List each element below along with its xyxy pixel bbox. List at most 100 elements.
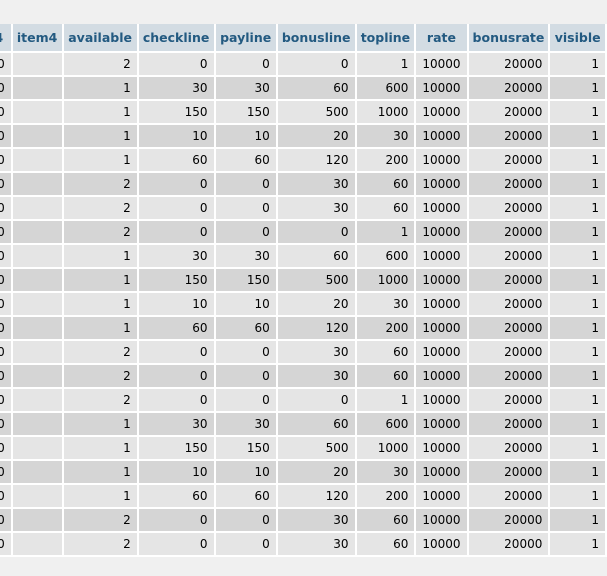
cell-bonusline[interactable]: 0 — [276, 52, 357, 77]
cell-bonusrate[interactable]: 20000 — [467, 220, 551, 245]
cell-bonusrate[interactable]: 20000 — [467, 316, 551, 341]
cell-bonusline[interactable]: 30 — [276, 196, 357, 221]
cell-item4[interactable] — [11, 340, 64, 365]
table-row[interactable]: 0200306010000200001 — [0, 196, 607, 221]
cell-checkline[interactable]: 0 — [137, 340, 216, 365]
cell-checkline[interactable]: 30 — [137, 76, 216, 101]
cell-item4[interactable] — [11, 364, 64, 389]
cell-payline[interactable]: 60 — [214, 484, 278, 509]
cell-bonusline[interactable]: 500 — [276, 268, 357, 293]
cell-col4[interactable]: 0 — [0, 268, 13, 293]
cell-topline[interactable]: 1000 — [355, 100, 417, 125]
cell-checkline[interactable]: 0 — [137, 196, 216, 221]
cell-col4[interactable]: 0 — [0, 532, 13, 557]
cell-payline[interactable]: 150 — [214, 268, 278, 293]
cell-visible[interactable]: 1 — [549, 316, 607, 341]
cell-visible[interactable]: 1 — [549, 76, 607, 101]
cell-payline[interactable]: 0 — [214, 220, 278, 245]
cell-visible[interactable]: 1 — [549, 460, 607, 485]
cell-payline[interactable]: 150 — [214, 436, 278, 461]
cell-bonusline[interactable]: 20 — [276, 460, 357, 485]
cell-visible[interactable]: 1 — [549, 268, 607, 293]
cell-item4[interactable] — [11, 268, 64, 293]
cell-available[interactable]: 1 — [62, 484, 139, 509]
cell-bonusline[interactable]: 60 — [276, 412, 357, 437]
cell-visible[interactable]: 1 — [549, 412, 607, 437]
table-row[interactable]: 0130306060010000200001 — [0, 412, 607, 437]
cell-visible[interactable]: 1 — [549, 100, 607, 125]
cell-rate[interactable]: 10000 — [415, 340, 469, 365]
cell-checkline[interactable]: 10 — [137, 124, 216, 149]
cell-payline[interactable]: 30 — [214, 244, 278, 269]
cell-visible[interactable]: 1 — [549, 532, 607, 557]
cell-item4[interactable] — [11, 76, 64, 101]
cell-bonusline[interactable]: 30 — [276, 508, 357, 533]
column-header-available[interactable]: available — [62, 24, 139, 53]
cell-available[interactable]: 1 — [62, 436, 139, 461]
cell-visible[interactable]: 1 — [549, 172, 607, 197]
cell-checkline[interactable]: 0 — [137, 508, 216, 533]
cell-available[interactable]: 2 — [62, 220, 139, 245]
cell-bonusrate[interactable]: 20000 — [467, 76, 551, 101]
cell-available[interactable]: 2 — [62, 388, 139, 413]
table-row[interactable]: 0200306010000200001 — [0, 364, 607, 389]
column-header-topline[interactable]: topline — [355, 24, 417, 53]
cell-checkline[interactable]: 150 — [137, 436, 216, 461]
cell-checkline[interactable]: 0 — [137, 220, 216, 245]
cell-col4[interactable]: 0 — [0, 52, 13, 77]
cell-topline[interactable]: 1 — [355, 52, 417, 77]
cell-available[interactable]: 1 — [62, 148, 139, 173]
cell-col4[interactable]: 0 — [0, 172, 13, 197]
cell-bonusline[interactable]: 0 — [276, 220, 357, 245]
cell-item4[interactable] — [11, 220, 64, 245]
cell-payline[interactable]: 0 — [214, 532, 278, 557]
table-row[interactable]: 01606012020010000200001 — [0, 148, 607, 173]
cell-checkline[interactable]: 10 — [137, 460, 216, 485]
cell-item4[interactable] — [11, 172, 64, 197]
cell-col4[interactable]: 0 — [0, 220, 13, 245]
cell-rate[interactable]: 10000 — [415, 292, 469, 317]
cell-bonusrate[interactable]: 20000 — [467, 412, 551, 437]
cell-available[interactable]: 2 — [62, 340, 139, 365]
column-header-checkline[interactable]: checkline — [137, 24, 216, 53]
cell-bonusrate[interactable]: 20000 — [467, 52, 551, 77]
cell-topline[interactable]: 1 — [355, 220, 417, 245]
cell-bonusrate[interactable]: 20000 — [467, 196, 551, 221]
cell-available[interactable]: 1 — [62, 268, 139, 293]
cell-bonusrate[interactable]: 20000 — [467, 124, 551, 149]
cell-visible[interactable]: 1 — [549, 292, 607, 317]
cell-bonusrate[interactable]: 20000 — [467, 460, 551, 485]
cell-topline[interactable]: 60 — [355, 196, 417, 221]
cell-payline[interactable]: 10 — [214, 124, 278, 149]
cell-visible[interactable]: 1 — [549, 52, 607, 77]
cell-available[interactable]: 1 — [62, 244, 139, 269]
cell-available[interactable]: 2 — [62, 508, 139, 533]
cell-bonusline[interactable]: 30 — [276, 340, 357, 365]
cell-checkline[interactable]: 0 — [137, 364, 216, 389]
table-row[interactable]: 0200306010000200001 — [0, 532, 607, 557]
table-row[interactable]: 01606012020010000200001 — [0, 316, 607, 341]
cell-payline[interactable]: 150 — [214, 100, 278, 125]
cell-bonusline[interactable]: 30 — [276, 532, 357, 557]
cell-visible[interactable]: 1 — [549, 436, 607, 461]
cell-checkline[interactable]: 0 — [137, 52, 216, 77]
cell-item4[interactable] — [11, 460, 64, 485]
cell-topline[interactable]: 60 — [355, 340, 417, 365]
cell-payline[interactable]: 60 — [214, 148, 278, 173]
cell-topline[interactable]: 1000 — [355, 436, 417, 461]
table-row[interactable]: 01606012020010000200001 — [0, 484, 607, 509]
cell-col4[interactable]: 0 — [0, 196, 13, 221]
cell-col4[interactable]: 0 — [0, 76, 13, 101]
cell-col4[interactable]: 0 — [0, 484, 13, 509]
cell-rate[interactable]: 10000 — [415, 316, 469, 341]
cell-bonusline[interactable]: 20 — [276, 292, 357, 317]
cell-visible[interactable]: 1 — [549, 388, 607, 413]
cell-available[interactable]: 1 — [62, 100, 139, 125]
table-row[interactable]: 01150150500100010000200001 — [0, 100, 607, 125]
table-row[interactable]: 01150150500100010000200001 — [0, 268, 607, 293]
cell-available[interactable]: 1 — [62, 76, 139, 101]
cell-item4[interactable] — [11, 52, 64, 77]
cell-bonusline[interactable]: 120 — [276, 484, 357, 509]
column-header-bonusrate[interactable]: bonusrate — [467, 24, 551, 53]
cell-topline[interactable]: 30 — [355, 460, 417, 485]
